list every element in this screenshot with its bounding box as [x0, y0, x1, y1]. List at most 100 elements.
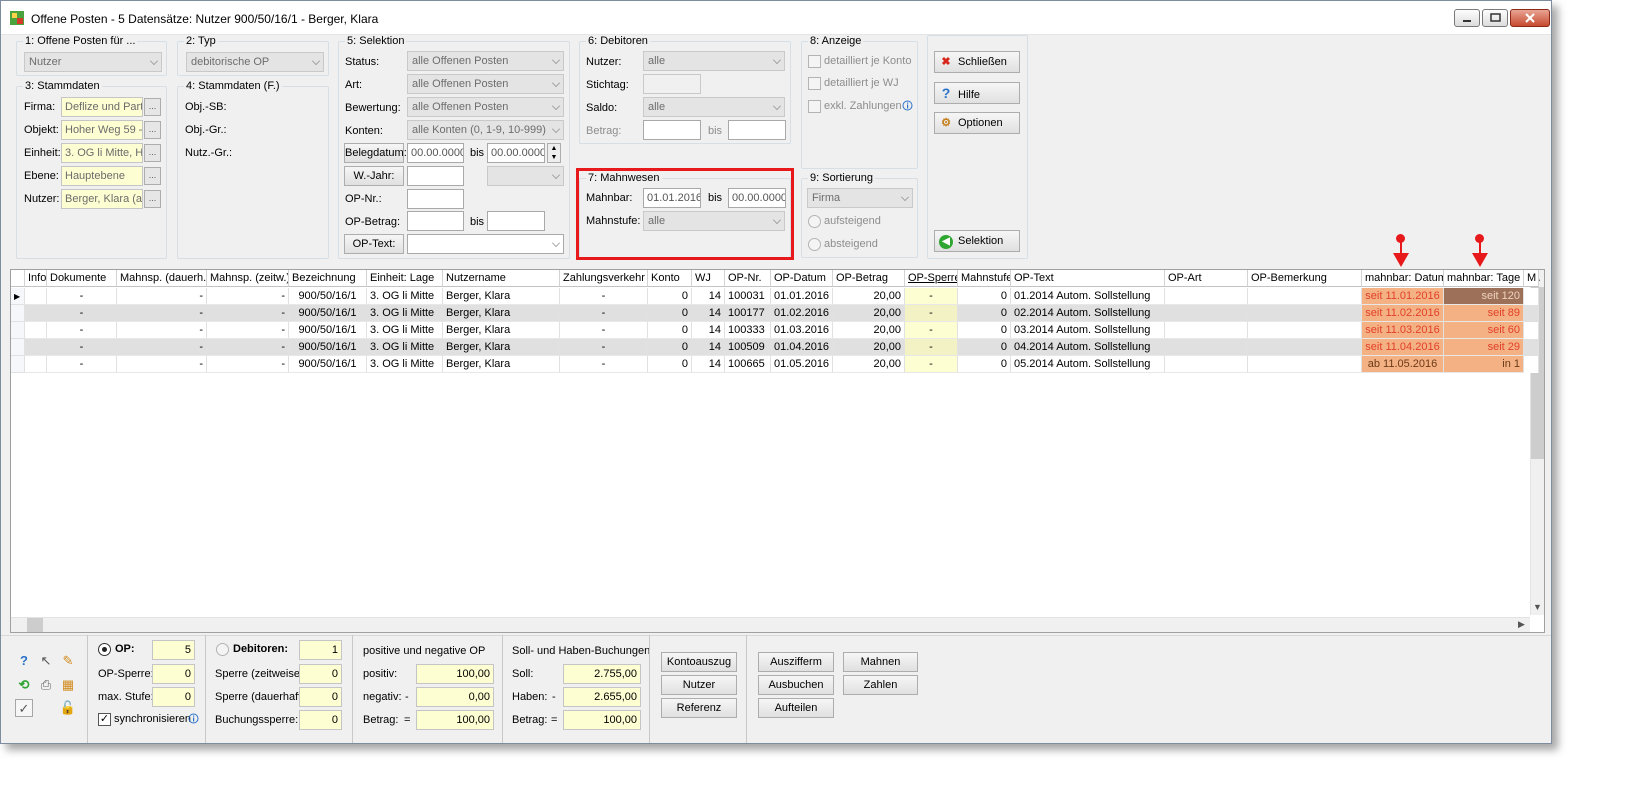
table-cell[interactable]: 3. OG li Mitte [367, 356, 443, 373]
table-cell[interactable]: Berger, Klara [443, 356, 560, 373]
table-cell[interactable]: - [207, 305, 289, 322]
belegdatum-spinner[interactable]: ▲ ▼ [547, 143, 561, 163]
table-cell[interactable] [1165, 305, 1248, 322]
table-cell[interactable]: 0 [648, 288, 692, 305]
table-cell[interactable] [1165, 339, 1248, 356]
table-cell[interactable]: - [560, 288, 648, 305]
column-header[interactable]: mahnbar: Tage [1444, 270, 1524, 287]
table-cell[interactable] [25, 322, 47, 339]
wjahr-field[interactable] [407, 166, 464, 186]
ebene-field[interactable]: Hauptebene [61, 166, 143, 186]
row-selector[interactable] [11, 305, 25, 322]
table-cell[interactable]: ab 11.05.2016 [1362, 356, 1444, 373]
row-selector[interactable] [11, 339, 25, 356]
maximize-button[interactable] [1482, 9, 1508, 27]
table-cell[interactable]: 20,00 [833, 305, 905, 322]
synchronisieren-checkbox[interactable]: ✓ [98, 713, 111, 726]
schliessen-button[interactable]: ✖ Schließen [934, 51, 1020, 73]
stichtag-field[interactable] [643, 74, 701, 94]
offene-posten-select[interactable]: Nutzer [24, 52, 162, 72]
sortierung-select[interactable]: Firma [807, 188, 913, 208]
row-selector[interactable] [11, 356, 25, 373]
table-cell[interactable]: 01.2014 Autom. Sollstellung [1011, 288, 1165, 305]
table-cell[interactable]: - [47, 322, 117, 339]
table-cell[interactable] [25, 305, 47, 322]
table-cell[interactable]: 01.01.2016 [771, 288, 833, 305]
debitoren-nutzer-select[interactable]: alle [643, 51, 785, 71]
table-cell[interactable]: 100333 [725, 322, 771, 339]
column-header[interactable]: OP-Bemerkung [1248, 270, 1362, 287]
wjahr-to-select[interactable] [487, 166, 564, 186]
table-cell[interactable]: 0 [958, 356, 1011, 373]
table-cell[interactable]: 05.2014 Autom. Sollstellung [1011, 356, 1165, 373]
column-header[interactable]: Dokumente [47, 270, 117, 287]
firma-field[interactable]: Deflize und Partr [61, 97, 143, 117]
einheit-browse-button[interactable]: ... [144, 144, 161, 162]
table-cell[interactable]: 14 [692, 339, 725, 356]
table-cell[interactable] [1248, 356, 1362, 373]
mahnen-button[interactable]: Mahnen [843, 652, 918, 672]
column-header[interactable]: OP-Nr. [725, 270, 771, 287]
table-cell[interactable]: Berger, Klara [443, 339, 560, 356]
table-cell[interactable]: 0 [648, 339, 692, 356]
lock-tool-icon[interactable]: 🔓 [59, 699, 77, 717]
column-header[interactable]: Konto [648, 270, 692, 287]
table-cell[interactable]: - [117, 322, 207, 339]
table-cell[interactable]: - [47, 305, 117, 322]
table-cell[interactable]: 3. OG li Mitte [367, 339, 443, 356]
table-cell[interactable]: 0 [648, 305, 692, 322]
einheit-field[interactable]: 3. OG li Mitte, Hc [61, 143, 143, 163]
scroll-down-icon[interactable]: ▼ [1533, 602, 1542, 612]
table-cell[interactable]: 900/50/16/1 [289, 322, 367, 339]
belegdatum-from-field[interactable]: 00.00.0000 [407, 143, 464, 163]
table-cell[interactable]: 01.02.2016 [771, 305, 833, 322]
table-cell[interactable]: 14 [692, 288, 725, 305]
selektion-button[interactable]: ◀ Selektion [934, 230, 1020, 252]
row-selector[interactable] [11, 322, 25, 339]
table-cell[interactable]: - [560, 356, 648, 373]
table-cell[interactable] [1524, 288, 1539, 305]
table-cell[interactable] [1165, 356, 1248, 373]
table-cell[interactable]: - [560, 339, 648, 356]
table-cell[interactable]: - [117, 288, 207, 305]
aufsteigend-radio[interactable] [808, 215, 821, 228]
table-cell[interactable]: Berger, Klara [443, 288, 560, 305]
table-cell[interactable]: 0 [648, 356, 692, 373]
column-header[interactable]: Einheit: Lage [367, 270, 443, 287]
table-cell[interactable]: 0 [958, 288, 1011, 305]
table-cell[interactable]: 3. OG li Mitte [367, 288, 443, 305]
konten-select[interactable]: alle Konten (0, 1-9, 10-999) [407, 120, 564, 140]
table-cell[interactable]: seit 120 [1444, 288, 1524, 305]
aufteilen-button[interactable]: Aufteilen [758, 698, 834, 718]
table-cell[interactable]: 3. OG li Mitte [367, 322, 443, 339]
table-cell[interactable]: 0 [958, 339, 1011, 356]
optext-button[interactable]: OP-Text: [344, 234, 404, 254]
table-cell[interactable]: seit 60 [1444, 322, 1524, 339]
optext-select[interactable] [407, 234, 564, 254]
column-header[interactable]: WJ [692, 270, 725, 287]
table-cell[interactable]: - [47, 339, 117, 356]
table-cell[interactable]: 100177 [725, 305, 771, 322]
table-cell[interactable]: 3. OG li Mitte [367, 305, 443, 322]
table-cell[interactable]: - [207, 288, 289, 305]
absteigend-radio[interactable] [808, 238, 821, 251]
haben-field[interactable]: 2.655,00 [563, 687, 641, 707]
refresh-tool-icon[interactable]: ⟲ [15, 676, 33, 694]
table-cell[interactable]: - [905, 305, 958, 322]
opnr-field[interactable] [407, 189, 464, 209]
table-cell[interactable]: seit 89 [1444, 305, 1524, 322]
table-cell[interactable]: Berger, Klara [443, 305, 560, 322]
op-radio[interactable] [98, 643, 111, 656]
table-cell[interactable]: 0 [958, 305, 1011, 322]
table-cell[interactable] [1524, 339, 1539, 356]
table-cell[interactable]: 100031 [725, 288, 771, 305]
table-cell[interactable] [25, 356, 47, 373]
table-cell[interactable] [1524, 305, 1539, 322]
sh-betrag-field[interactable]: 100,00 [563, 710, 641, 730]
column-header[interactable]: Nutzername [443, 270, 560, 287]
opbetrag-from-field[interactable] [407, 211, 464, 231]
anzeige-konto-checkbox[interactable] [808, 55, 821, 68]
table-cell[interactable]: 100665 [725, 356, 771, 373]
help-tool-icon[interactable]: ? [15, 652, 33, 670]
table-cell[interactable]: in 1 [1444, 356, 1524, 373]
